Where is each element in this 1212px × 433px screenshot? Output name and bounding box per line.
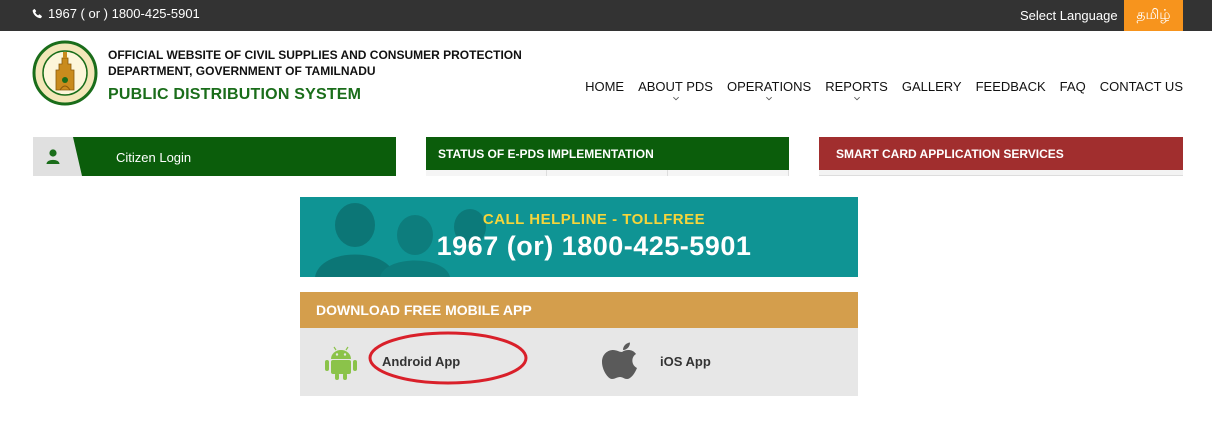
- chevron-down-icon: [853, 96, 860, 101]
- nav-feedback-label: FEEDBACK: [975, 79, 1046, 94]
- nav-gallery[interactable]: GALLERY: [895, 79, 969, 109]
- status-epds-header[interactable]: STATUS OF E-PDS IMPLEMENTATION: [426, 137, 789, 170]
- nav-about-label: ABOUT PDS: [638, 79, 713, 94]
- system-title: PUBLIC DISTRIBUTION SYSTEM: [108, 86, 362, 103]
- nav-reports-label: REPORTS: [825, 79, 888, 94]
- helpline-banner: CALL HELPLINE - TOLLFREE 1967 (or) 1800-…: [300, 197, 858, 277]
- emblem-logo[interactable]: [32, 40, 98, 106]
- nav-contact-us[interactable]: CONTACT US: [1093, 79, 1183, 109]
- citizen-login-label: Citizen Login: [116, 150, 192, 165]
- android-icon[interactable]: [322, 346, 360, 380]
- nav-contact-label: CONTACT US: [1099, 79, 1183, 94]
- status-tab[interactable]: [668, 170, 789, 176]
- citizen-login-button[interactable]: Citizen Login: [33, 137, 396, 176]
- phone-text: 1967 ( or ) 1800-425-5901: [48, 6, 200, 21]
- helpline-number: 1967 (or) 1800-425-5901: [436, 231, 752, 261]
- nav-about-pds[interactable]: ABOUT PDS: [631, 79, 720, 109]
- department-line-2: DEPARTMENT, GOVERNMENT OF TAMILNADU: [108, 64, 376, 78]
- top-bar: 1967 ( or ) 1800-425-5901 Select Languag…: [0, 0, 1212, 31]
- citizen-login-icon-tab: [33, 137, 82, 176]
- status-tab[interactable]: [547, 170, 668, 176]
- chevron-down-icon: [672, 96, 679, 101]
- nav-gallery-label: GALLERY: [901, 79, 962, 94]
- department-title: OFFICIAL WEBSITE OF CIVIL SUPPLIES AND C…: [108, 47, 522, 79]
- status-epds-tabs: [426, 170, 789, 176]
- highlight-annotation-oval: [368, 331, 528, 385]
- user-icon: [46, 149, 60, 164]
- department-line-1: OFFICIAL WEBSITE OF CIVIL SUPPLIES AND C…: [108, 48, 522, 62]
- nav-home-label: HOME: [585, 79, 625, 94]
- helpline-phone: 1967 ( or ) 1800-425-5901: [32, 6, 200, 21]
- status-tab[interactable]: [426, 170, 547, 176]
- smart-card-panel-body: [819, 170, 1183, 176]
- nav-feedback[interactable]: FEEDBACK: [969, 79, 1053, 109]
- nav-faq[interactable]: FAQ: [1053, 79, 1093, 109]
- nav-reports[interactable]: REPORTS: [818, 79, 895, 109]
- apple-icon[interactable]: [600, 342, 644, 380]
- nav-home[interactable]: HOME: [578, 79, 631, 109]
- nav-faq-label: FAQ: [1059, 79, 1086, 94]
- tamil-language-button[interactable]: தமிழ்: [1124, 0, 1183, 31]
- smart-card-services-header[interactable]: SMART CARD APPLICATION SERVICES: [819, 137, 1183, 170]
- select-language-label[interactable]: Select Language: [1020, 8, 1118, 23]
- chevron-down-icon: [766, 96, 773, 101]
- mobile-app-heading: DOWNLOAD FREE MOBILE APP: [300, 292, 858, 328]
- ios-app-link[interactable]: iOS App: [660, 354, 711, 369]
- main-nav: HOME ABOUT PDS OPERATIONS REPORTS GALLER…: [578, 79, 1183, 109]
- helpline-title: CALL HELPLINE - TOLLFREE: [482, 211, 706, 228]
- nav-operations[interactable]: OPERATIONS: [720, 79, 818, 109]
- nav-operations-label: OPERATIONS: [726, 79, 812, 94]
- phone-icon: [32, 8, 42, 19]
